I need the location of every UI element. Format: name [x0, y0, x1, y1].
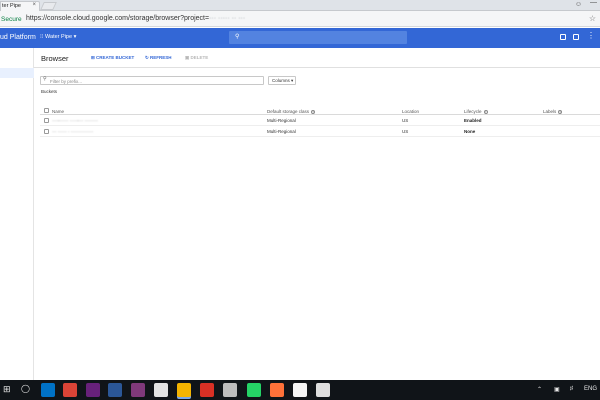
project-name: Water Pipe [45, 34, 73, 40]
help-icon[interactable]: ? [311, 109, 316, 114]
col-name[interactable]: Name [52, 109, 64, 114]
windows-start-icon[interactable]: ⊞ [3, 384, 11, 395]
tray-chevron-icon[interactable]: ⌃ [537, 386, 542, 393]
col-labels-label: Labels [543, 109, 557, 114]
refresh-label: REFRESH [150, 55, 172, 60]
photos-icon[interactable] [316, 383, 330, 397]
secure-label: Secure [1, 16, 22, 23]
pdf-icon[interactable] [200, 383, 214, 397]
trash-icon: ▣ [185, 55, 190, 60]
delete-button[interactable]: ▣ DELETE [185, 55, 208, 61]
firefox-icon[interactable] [270, 383, 284, 397]
project-selector[interactable]: ⁝⁝ Water Pipe ▾ [40, 34, 76, 40]
url-text[interactable]: https://console.cloud.google.com/storage… [26, 15, 245, 22]
minimize-icon[interactable]: — [590, 0, 597, 6]
add-icon: ⊞ [91, 55, 95, 60]
platform-title[interactable]: ud Platform [0, 34, 36, 41]
left-nav [0, 48, 34, 380]
lifecycle-link[interactable]: Enabled [464, 118, 482, 123]
search-bar[interactable]: ⚲ [229, 31, 407, 44]
lifecycle-link[interactable]: None [464, 129, 475, 134]
select-all-checkbox[interactable] [44, 108, 49, 113]
app-icon[interactable] [108, 383, 122, 397]
bookmark-star-icon[interactable]: ☆ [589, 14, 596, 23]
table-row[interactable]: ··· ······ · ··············· Multi-Regio… [40, 127, 600, 137]
app3-icon[interactable] [223, 383, 237, 397]
more-icon[interactable]: ⋮ [587, 32, 595, 40]
buckets-label: Buckets [41, 89, 58, 94]
chrome-active-icon[interactable] [177, 383, 191, 397]
whatsapp-icon[interactable] [247, 383, 261, 397]
url-prefix: https://console.cloud.google.com/storage… [26, 15, 210, 22]
chrome-icon[interactable] [63, 383, 77, 397]
address-bar[interactable]: Secure https://console.cloud.google.com/… [0, 11, 600, 27]
volume-icon[interactable]: ♯ [570, 386, 573, 392]
col-labels[interactable]: Labels? [543, 109, 563, 114]
col-location[interactable]: Location [402, 109, 419, 114]
row-checkbox[interactable] [44, 129, 49, 134]
col-storage-class[interactable]: Default storage class? [267, 109, 316, 114]
console-icon[interactable] [560, 34, 566, 40]
profile-icon[interactable]: ☺ [575, 1, 582, 8]
filter-search-icon: ⚲ [43, 76, 47, 82]
gcp-header: ud Platform ⁝⁝ Water Pipe ▾ ⚲ ⋮ [0, 28, 600, 48]
filter-box[interactable]: ⚲ [40, 76, 264, 85]
network-icon[interactable]: ▣ [554, 386, 560, 393]
create-bucket-button[interactable]: ⊞ CREATE BUCKET [91, 55, 134, 61]
nav-item-browser[interactable] [0, 68, 34, 78]
create-bucket-label: CREATE BUCKET [96, 55, 135, 60]
table-header: Name Default storage class? Location Lif… [40, 107, 600, 115]
row-checkbox[interactable] [44, 118, 49, 123]
bucket-name-link[interactable]: ····-······ ·····-··· ········· [52, 118, 98, 123]
col-storage-class-label: Default storage class [267, 109, 310, 114]
storage-class-value: Multi-Regional [267, 129, 296, 134]
tab-close-icon[interactable]: × [32, 2, 36, 8]
delete-label: DELETE [190, 55, 209, 60]
tab-title: ter Pipe [2, 3, 21, 9]
notifications-icon[interactable] [573, 34, 579, 40]
windows-taskbar: ⊞ ◯ ⌃ ▣ ♯ ENG [0, 380, 600, 400]
table-row[interactable]: ····-······ ·····-··· ········· Multi-Re… [40, 116, 600, 126]
search-icon: ⚲ [235, 34, 240, 40]
page-title: Browser [41, 54, 69, 63]
app2-icon[interactable] [154, 383, 168, 397]
help-icon[interactable]: ? [483, 109, 488, 114]
page-toolbar: Browser ⊞ CREATE BUCKET ↻ REFRESH ▣ DELE… [34, 48, 600, 68]
browser-tab[interactable]: ter Pipe × [0, 1, 40, 11]
url-project: ··· ····· ·· ··· [209, 15, 246, 22]
language-indicator[interactable]: ENG [584, 386, 597, 392]
help-icon[interactable]: ? [558, 109, 563, 114]
location-value: US [402, 129, 409, 134]
video-icon[interactable] [293, 383, 307, 397]
visual-studio-icon[interactable] [86, 383, 100, 397]
location-value: US [402, 118, 409, 123]
col-lifecycle-label: Lifecycle [464, 109, 482, 114]
filter-input[interactable] [50, 78, 250, 84]
onenote-icon[interactable] [131, 383, 145, 397]
storage-class-value: Multi-Regional [267, 118, 296, 123]
new-tab-button[interactable] [40, 2, 57, 10]
chevron-down-icon: ▾ [291, 78, 294, 83]
refresh-button[interactable]: ↻ REFRESH [145, 55, 172, 61]
refresh-icon: ↻ [145, 55, 149, 60]
col-lifecycle[interactable]: Lifecycle? [464, 109, 488, 114]
browser-tab-strip: ter Pipe × ☺ — [0, 0, 600, 11]
columns-button[interactable]: Columns ▾ [268, 76, 296, 85]
bucket-name-link[interactable]: ··· ······ · ··············· [52, 129, 93, 134]
outlook-icon[interactable] [41, 383, 55, 397]
columns-label: Columns [272, 78, 290, 83]
search-icon[interactable]: ◯ [21, 384, 30, 393]
